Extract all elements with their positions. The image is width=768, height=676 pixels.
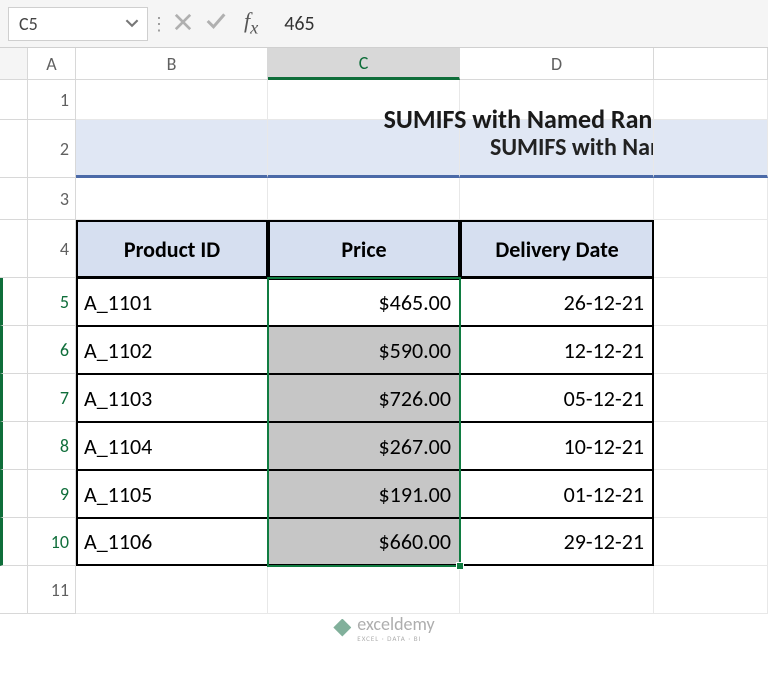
row-header-7[interactable]: 7	[28, 374, 76, 422]
watermark-text: exceldemy EXCEL · DATA · BI	[357, 613, 434, 642]
row-header-8a	[0, 422, 28, 470]
cell-E9[interactable]	[654, 470, 768, 518]
cell-D5[interactable]: 26-12-21	[460, 278, 654, 326]
row-header-7a	[0, 374, 28, 422]
row-header-1-num[interactable]: 1	[28, 80, 76, 120]
cell-C3[interactable]	[268, 178, 460, 220]
watermark-tag: EXCEL · DATA · BI	[357, 635, 434, 642]
cell-C11[interactable]	[268, 566, 460, 614]
name-box[interactable]: C5	[8, 7, 148, 41]
fill-handle[interactable]	[456, 562, 464, 570]
logo-icon	[333, 619, 351, 637]
cell-D7[interactable]: 05-12-21	[460, 374, 654, 422]
cell-E10[interactable]	[654, 518, 768, 566]
confirm-icon[interactable]	[206, 10, 226, 37]
col-header-D[interactable]: D	[460, 48, 654, 80]
header-delivery-date[interactable]: Delivery Date	[460, 220, 654, 278]
row-header-11[interactable]: 11	[28, 566, 76, 614]
cell-C10[interactable]: $660.00	[268, 518, 460, 566]
header-product-id[interactable]: Product ID	[76, 220, 268, 278]
cell-D11[interactable]	[460, 566, 654, 614]
cell-D1[interactable]	[460, 80, 654, 120]
row-header-2[interactable]: 2	[28, 120, 76, 178]
cell-D9[interactable]: 01-12-21	[460, 470, 654, 518]
watermark: exceldemy EXCEL · DATA · BI	[333, 613, 434, 642]
cell-E6[interactable]	[654, 326, 768, 374]
watermark-name: exceldemy	[357, 613, 434, 635]
cancel-icon[interactable]	[174, 10, 192, 37]
cell-B9[interactable]: A_1105	[76, 470, 268, 518]
row-header-2a	[0, 120, 28, 178]
row-header-4a	[0, 220, 28, 278]
cell-E7[interactable]	[654, 374, 768, 422]
row-header-1	[0, 80, 28, 120]
formula-input[interactable]: 465	[272, 12, 760, 36]
cell-E11[interactable]	[654, 566, 768, 614]
cell-B1[interactable]	[76, 80, 268, 120]
row-header-10[interactable]: 10	[28, 518, 76, 566]
cell-B6[interactable]: A_1102	[76, 326, 268, 374]
cell-C9[interactable]: $191.00	[268, 470, 460, 518]
row-header-9[interactable]: 9	[28, 470, 76, 518]
cell-B5[interactable]: A_1101	[76, 278, 268, 326]
cell-D3[interactable]	[460, 178, 654, 220]
cell-B7[interactable]: A_1103	[76, 374, 268, 422]
title-cell-D[interactable]: SUMIFS with Named Ran	[460, 120, 654, 178]
cell-E5[interactable]	[654, 278, 768, 326]
divider: ⋮	[150, 13, 166, 35]
cell-E4[interactable]	[654, 220, 768, 278]
formula-buttons: fx	[168, 8, 272, 38]
title-cell-E[interactable]	[654, 120, 768, 178]
fx-icon[interactable]: fx	[244, 8, 258, 38]
formula-bar: C5 ⋮ fx 465	[0, 0, 768, 48]
col-header-A[interactable]: A	[28, 48, 76, 80]
title-cell-C[interactable]	[268, 120, 460, 178]
row-header-6a	[0, 326, 28, 374]
row-header-10a	[0, 518, 28, 566]
row-header-3[interactable]: 3	[28, 178, 76, 220]
cell-D6[interactable]: 12-12-21	[460, 326, 654, 374]
cell-C8[interactable]: $267.00	[268, 422, 460, 470]
cell-B3[interactable]	[76, 178, 268, 220]
cell-C1[interactable]	[268, 80, 460, 120]
cell-E1[interactable]	[654, 80, 768, 120]
row-header-5[interactable]: 5	[28, 278, 76, 326]
cell-B8[interactable]: A_1104	[76, 422, 268, 470]
row-header-11a	[0, 566, 28, 614]
title-cell-B[interactable]	[76, 120, 268, 178]
cell-E8[interactable]	[654, 422, 768, 470]
row-header-5a	[0, 278, 28, 326]
worksheet-grid[interactable]: A B C D 1 2 SUMIFS with Named Ran 3 4 Pr…	[0, 48, 768, 614]
row-header-9a	[0, 470, 28, 518]
cell-B11[interactable]	[76, 566, 268, 614]
active-cell-overlay: $465.00	[268, 278, 460, 326]
cell-C7[interactable]: $726.00	[268, 374, 460, 422]
cell-B10[interactable]: A_1106	[76, 518, 268, 566]
cell-D8[interactable]: 10-12-21	[460, 422, 654, 470]
cell-D10[interactable]: 29-12-21	[460, 518, 654, 566]
col-header-B[interactable]: B	[76, 48, 268, 80]
name-box-value: C5	[19, 13, 38, 35]
row-header-3a	[0, 178, 28, 220]
active-cell-value: $465.00	[379, 289, 451, 316]
row-header-8[interactable]: 8	[28, 422, 76, 470]
chevron-down-icon[interactable]	[125, 13, 139, 35]
col-header-C[interactable]: C	[268, 48, 460, 80]
col-header-extra[interactable]	[654, 48, 768, 80]
row-header-4[interactable]: 4	[28, 220, 76, 278]
header-price[interactable]: Price	[268, 220, 460, 278]
select-all-corner[interactable]	[0, 48, 28, 80]
cell-E3[interactable]	[654, 178, 768, 220]
row-header-6[interactable]: 6	[28, 326, 76, 374]
cell-C6[interactable]: $590.00	[268, 326, 460, 374]
